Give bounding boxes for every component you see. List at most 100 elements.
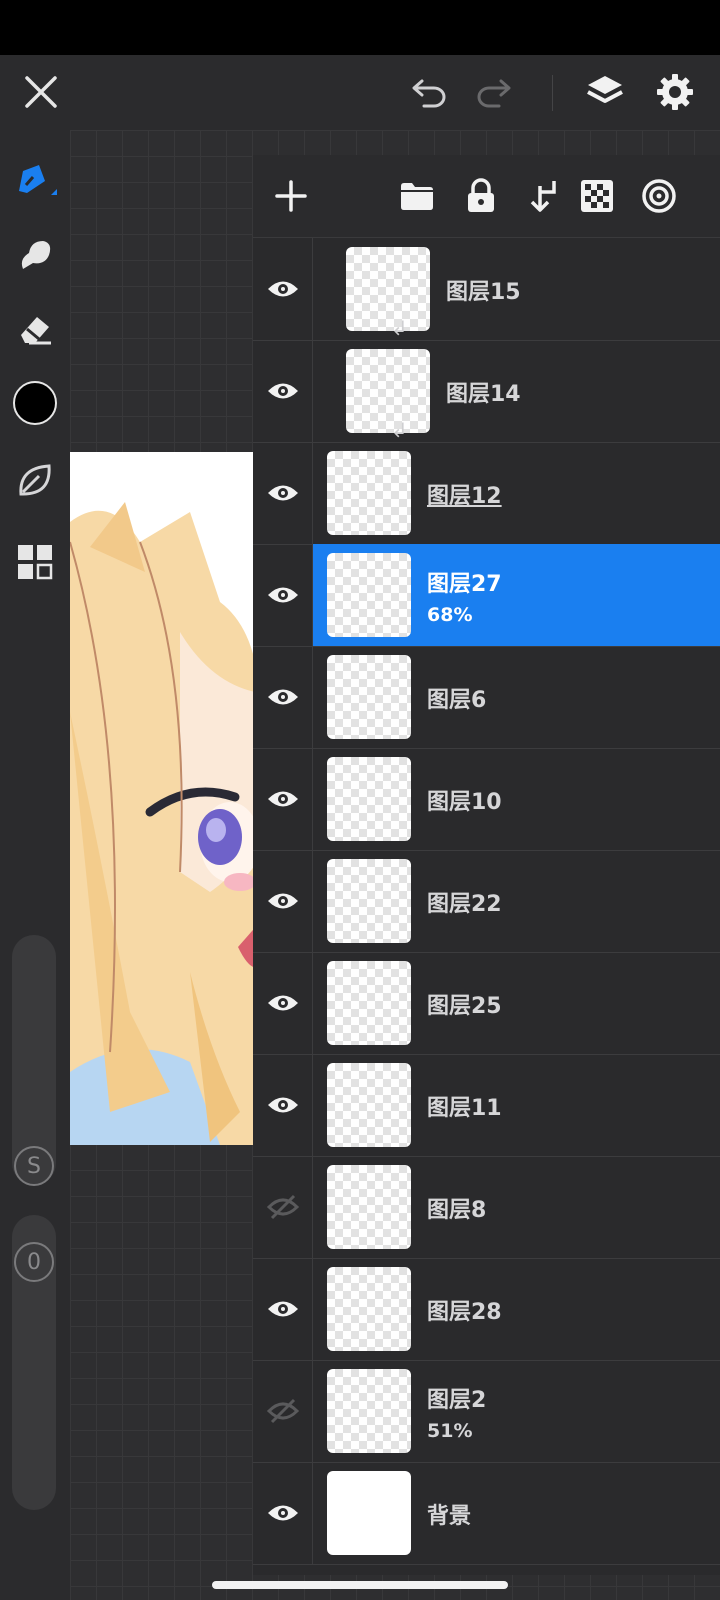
lock-layer-button[interactable] <box>456 171 506 221</box>
top-bar <box>0 55 720 130</box>
eye-icon[interactable] <box>253 646 313 748</box>
layer-thumbnail <box>327 655 411 739</box>
layer-name: 图层10 <box>427 790 502 815</box>
layer-row-content[interactable]: ↲ 图层14 <box>313 340 720 442</box>
eye-icon[interactable] <box>253 1054 313 1156</box>
layer-row-content[interactable]: 图层27 68% <box>313 544 720 646</box>
plus-icon <box>275 180 307 212</box>
top-bar-divider <box>552 75 553 111</box>
add-layer-button[interactable] <box>266 171 316 221</box>
eye-icon[interactable] <box>253 544 313 646</box>
layer-row[interactable]: 图层11 <box>253 1054 720 1157</box>
eye-off-icon[interactable] <box>253 1156 313 1258</box>
layer-thumbnail <box>327 1369 411 1453</box>
layer-row-content[interactable]: 图层28 <box>313 1258 720 1360</box>
layer-name: 图层15 <box>446 280 521 305</box>
layer-row[interactable]: 图层28 <box>253 1258 720 1361</box>
layer-row-content[interactable]: 图层6 <box>313 646 720 748</box>
pen-icon <box>19 165 57 195</box>
layer-row[interactable]: 图层10 <box>253 748 720 851</box>
color-picker-button[interactable] <box>10 378 60 428</box>
layer-thumbnail <box>327 553 411 637</box>
reference-layer-button[interactable] <box>634 171 684 221</box>
layer-row[interactable]: 图层25 <box>253 952 720 1055</box>
redo-button[interactable] <box>468 67 518 117</box>
layer-row-content[interactable]: 图层22 <box>313 850 720 952</box>
materials-tool-button[interactable] <box>10 537 60 587</box>
layer-row[interactable]: 图层8 <box>253 1156 720 1259</box>
redo-icon <box>477 79 511 108</box>
home-indicator[interactable] <box>212 1581 508 1589</box>
layer-row[interactable]: 图层6 <box>253 646 720 749</box>
layer-name: 图层28 <box>427 1300 502 1325</box>
status-bar <box>0 0 720 55</box>
layers-button[interactable] <box>578 65 632 119</box>
eraser-tool-button[interactable] <box>10 304 60 354</box>
layer-name: 图层2 <box>427 1388 487 1413</box>
layer-thumbnail <box>346 247 430 331</box>
eye-icon[interactable] <box>253 442 313 544</box>
undo-icon <box>412 79 446 108</box>
layer-name: 图层6 <box>427 688 487 713</box>
layer-row[interactable]: 背景 <box>253 1462 720 1565</box>
layer-name: 图层12 <box>427 484 502 509</box>
eye-icon[interactable] <box>253 850 313 952</box>
clip-arrow-icon <box>530 181 556 212</box>
eye-off-icon[interactable] <box>253 1360 313 1462</box>
eye-icon[interactable] <box>253 340 313 442</box>
layers-toolbar <box>253 155 720 238</box>
grid-icon <box>18 545 53 580</box>
layer-name: 图层27 <box>427 572 502 597</box>
layer-thumbnail <box>327 1165 411 1249</box>
layers-panel: ↲ 图层15 ↲ 图层14 图层12 图层27 68% 图层6 图层10 图层22 图层25 图层11… <box>253 155 720 1575</box>
settings-button[interactable] <box>648 65 702 119</box>
layer-thumbnail <box>327 757 411 841</box>
layer-row[interactable]: ↲ 图层15 <box>253 238 720 341</box>
artwork-canvas[interactable] <box>70 452 260 1145</box>
layer-name: 背景 <box>427 1504 472 1529</box>
folder-icon <box>401 183 433 210</box>
clip-layer-button[interactable] <box>518 171 568 221</box>
layer-opacity: 51% <box>427 1420 473 1442</box>
layer-row[interactable]: ↲ 图层14 <box>253 340 720 443</box>
target-icon <box>642 179 676 213</box>
lock-icon <box>468 178 494 212</box>
undo-button[interactable] <box>405 67 455 117</box>
close-button[interactable] <box>16 67 66 117</box>
layer-row-content[interactable]: 图层11 <box>313 1054 720 1156</box>
smudge-icon <box>21 241 51 269</box>
left-toolbar <box>0 130 70 450</box>
layer-row[interactable]: 图层22 <box>253 850 720 953</box>
eye-icon[interactable] <box>253 238 313 340</box>
opacity-knob[interactable]: 0 <box>14 1242 54 1282</box>
layer-row-content[interactable]: 图层8 <box>313 1156 720 1258</box>
layer-row[interactable]: 图层27 68% <box>253 544 720 647</box>
layer-thumbnail <box>327 1267 411 1351</box>
layer-folder-button[interactable] <box>392 171 442 221</box>
layer-row-content[interactable]: 图层10 <box>313 748 720 850</box>
layer-row[interactable]: 图层12 <box>253 442 720 545</box>
brush-tool-button[interactable] <box>10 154 60 204</box>
eye-icon[interactable] <box>253 748 313 850</box>
layer-name: 图层8 <box>427 1198 487 1223</box>
eye-icon[interactable] <box>253 1462 313 1564</box>
layer-row-content[interactable]: 图层25 <box>313 952 720 1054</box>
layer-thumbnail <box>346 349 430 433</box>
eraser-icon <box>21 317 51 345</box>
layer-row-content[interactable]: 图层2 51% <box>313 1360 720 1462</box>
eye-icon[interactable] <box>253 1258 313 1360</box>
layer-row-content[interactable]: ↲ 图层15 <box>313 238 720 340</box>
layer-thumbnail <box>327 1063 411 1147</box>
layer-name: 图层25 <box>427 994 502 1019</box>
layer-row[interactable]: 图层2 51% <box>253 1360 720 1463</box>
smudge-tool-button[interactable] <box>10 230 60 280</box>
adjust-tool-button[interactable] <box>10 455 60 505</box>
layer-row-content[interactable]: 图层12 <box>313 442 720 544</box>
layer-row-content[interactable]: 背景 <box>313 1462 720 1564</box>
layer-thumbnail <box>327 859 411 943</box>
stabilizer-knob[interactable]: S <box>14 1146 54 1186</box>
layer-name: 图层14 <box>446 382 521 407</box>
transparency-lock-button[interactable] <box>572 171 622 221</box>
opacity-label: 0 <box>27 1249 41 1275</box>
eye-icon[interactable] <box>253 952 313 1054</box>
